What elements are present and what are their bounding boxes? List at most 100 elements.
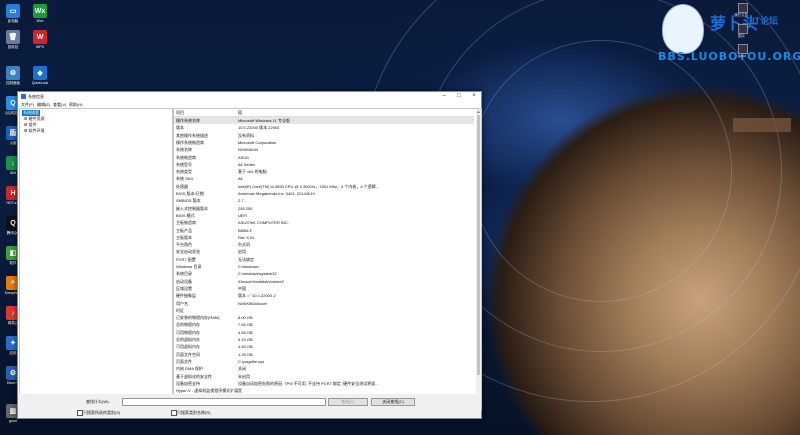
scrollbar-thumb[interactable] [477,115,480,375]
row-item: 系统型号 [176,161,192,167]
table-row[interactable]: 可用虚拟内存 4.83 GB [174,343,474,350]
column-header-item[interactable]: 项目 [176,110,184,116]
row-item: 嵌入式控制器版本 [176,205,208,211]
desktop-icon-label: 此电脑 [7,19,19,23]
table-row[interactable]: PCR7 配置 无法绑定 [174,256,474,263]
app-icon: 🗑 [6,30,20,44]
row-item: 系统名称 [176,147,192,153]
row-value: 版本 = "10.0.22000.1" [238,293,277,299]
table-row[interactable]: 已安装的物理内存(RAM) 8.00 GB [174,314,474,321]
table-row[interactable]: 总的物理内存 7.94 GB [174,321,474,328]
desktop-icon[interactable]: ◆ QuickLook [30,66,50,85]
maximize-icon[interactable]: □ [452,92,466,101]
row-value: 无法绑定 [238,256,254,262]
row-value: American Megatrends Inc. 0401, 2014/5/19 [238,191,315,196]
table-row[interactable]: 基于虚拟化的安全性 未启用 [174,373,474,380]
tree-item-label: 硬件资源 [28,116,45,121]
system-info-icon [21,94,26,99]
table-row[interactable]: 系统名称 NXNK8644 [174,146,474,153]
table-row[interactable]: 硬件抽象层 版本 = "10.0.22000.1" [174,292,474,299]
minimize-icon[interactable]: – [437,92,451,101]
table-row[interactable]: 主板版本 Rev X.0x [174,234,474,241]
row-value: 9.19 GB [238,337,253,342]
desktop-icon[interactable]: Wx Wox [30,4,50,23]
column-header-value[interactable]: 值 [238,110,242,116]
row-item: 系统制造商 [176,154,196,160]
desktop-thumbnail[interactable] [733,118,791,132]
thumbnail-label [733,118,791,123]
desktop-icon-label: QuickLook [31,81,49,85]
row-item: 硬件抽象层 [176,293,196,299]
row-item: 已安装的物理内存(RAM) [176,315,220,321]
close-icon[interactable]: × [467,92,481,101]
row-value: 1.25 GB [238,351,253,357]
window-titlebar[interactable]: 系统信息 – □ × [18,92,481,101]
expand-icon[interactable]: ⊞ [24,128,27,133]
desktop-icon[interactable]: ▭ 此电脑 [3,4,23,24]
table-row[interactable]: 系统目录 C:\windows\system32 [174,270,474,277]
desktop-image-icon[interactable] [738,24,748,34]
table-row[interactable]: 主板制造商 ASUSTeK COMPUTER INC. [174,219,474,226]
row-item: 安全启动状态 [176,249,200,255]
table-row[interactable]: 页面文件空间 1.25 GB [174,351,474,358]
table-row[interactable]: 用户名 NXNK8644\user [174,300,474,307]
table-row[interactable]: Windows 目录 C:\windows [174,263,474,270]
table-row[interactable]: 系统型号 All Series [174,161,474,168]
scroll-up-icon[interactable]: ▲ [476,109,481,114]
table-row[interactable]: 版本 10.0.22000 版本 22000 [174,124,474,131]
row-item: 主板制造商 [176,220,196,226]
desktop-file-icon[interactable] [738,44,748,54]
table-row[interactable]: 系统类型 基于 x64 的电脑 [174,168,474,175]
table-row[interactable]: SMBIOS 版本 2.7 [174,197,474,204]
desktop-folder-icon[interactable] [738,3,748,13]
find-button[interactable]: 查找(D) [328,398,368,406]
row-value: 255.255 [238,205,253,211]
row-item: 总的虚拟内存 [176,337,200,342]
search-label: 查找什么(W): [86,399,110,404]
table-row[interactable]: 操作系统制造商 Microsoft Corporation [174,139,474,146]
table-row[interactable]: 页面文件 C:\pagefile.sys [174,358,474,365]
app-icon: Wx [33,4,47,18]
table-row[interactable]: 系统制造商 ASUS [174,154,474,161]
close-find-button[interactable]: 关闭查找(C) [371,398,415,406]
table-row[interactable]: 内核 DMA 保护 关闭 [174,365,474,372]
search-input[interactable] [122,398,326,406]
desktop-icon[interactable]: W WPS [30,30,50,49]
table-row[interactable]: 平台角色 台式机 [174,241,474,248]
expand-icon[interactable]: ⊞ [24,122,27,127]
row-item: 可用物理内存 [176,329,200,335]
table-row[interactable]: 设备加密支持 设备自动加密失败的原因: TPM 不可用, 不支持 PCR7 绑定,… [174,380,474,387]
expand-icon[interactable]: ⊞ [24,116,27,121]
category-tree: 系统摘要 ⊞ 硬件资源 ⊞ 组件 ⊞ 软件环境 [19,108,173,410]
row-value: Microsoft Windows 11 专业版 [238,118,290,123]
table-row[interactable]: 启动设备 \Device\HarddiskVolume2 [174,278,474,285]
table-row[interactable]: 时区 [174,307,474,314]
tree-item-software-env[interactable]: ⊞ 软件环境 [24,128,44,134]
desktop-icon[interactable]: 🗑 回收站 [3,30,23,50]
wallpaper-ring [470,40,732,302]
row-item: 页面文件 [176,358,192,364]
table-row[interactable]: 区域设置 中国 [174,285,474,292]
table-row[interactable]: BIOS 版本/日期 American Megatrends Inc. 0401,… [174,190,474,197]
table-row[interactable]: 可用物理内存 4.55 GB [174,329,474,336]
desktop-icon[interactable]: ⚙ 控制面板 [3,66,23,86]
table-row[interactable]: 其他操作系统描述 没有资料 [174,132,474,139]
desktop-icon-label: Wox [36,19,44,23]
forum-logo: 萝卜头 IT论坛 BBS.LUOBOTOU.ORG [640,0,800,72]
row-item: 主板产品 [176,227,192,233]
row-value: 8.00 GB [238,315,253,321]
table-row[interactable]: 嵌入式控制器版本 255.255 [174,205,474,212]
table-row[interactable]: 总的虚拟内存 9.19 GB [174,336,474,343]
table-row[interactable]: 系统 SKU All [174,175,474,182]
table-row[interactable]: 安全启动状态 启用 [174,248,474,255]
table-row[interactable]: Hyper-V - 虚拟机监视程序模式扩展是 [174,387,474,394]
row-item: PCR7 配置 [176,256,196,262]
table-row[interactable]: 主板产品 B85M-F [174,227,474,234]
table-row[interactable]: 操作系统名称 Microsoft Windows 11 专业版 [174,117,474,124]
table-row[interactable]: 处理器 Intel(R) Core(TM) i5-4590 CPU @ 3.30G… [174,183,474,190]
logo-subtitle: IT论坛 [752,16,778,26]
table-row[interactable]: BIOS 模式 UEFI [174,212,474,219]
vertical-scrollbar[interactable]: ▲ ▼ [476,109,481,409]
row-value: NXNK8644 [238,147,259,153]
row-item: 操作系统制造商 [176,139,204,145]
